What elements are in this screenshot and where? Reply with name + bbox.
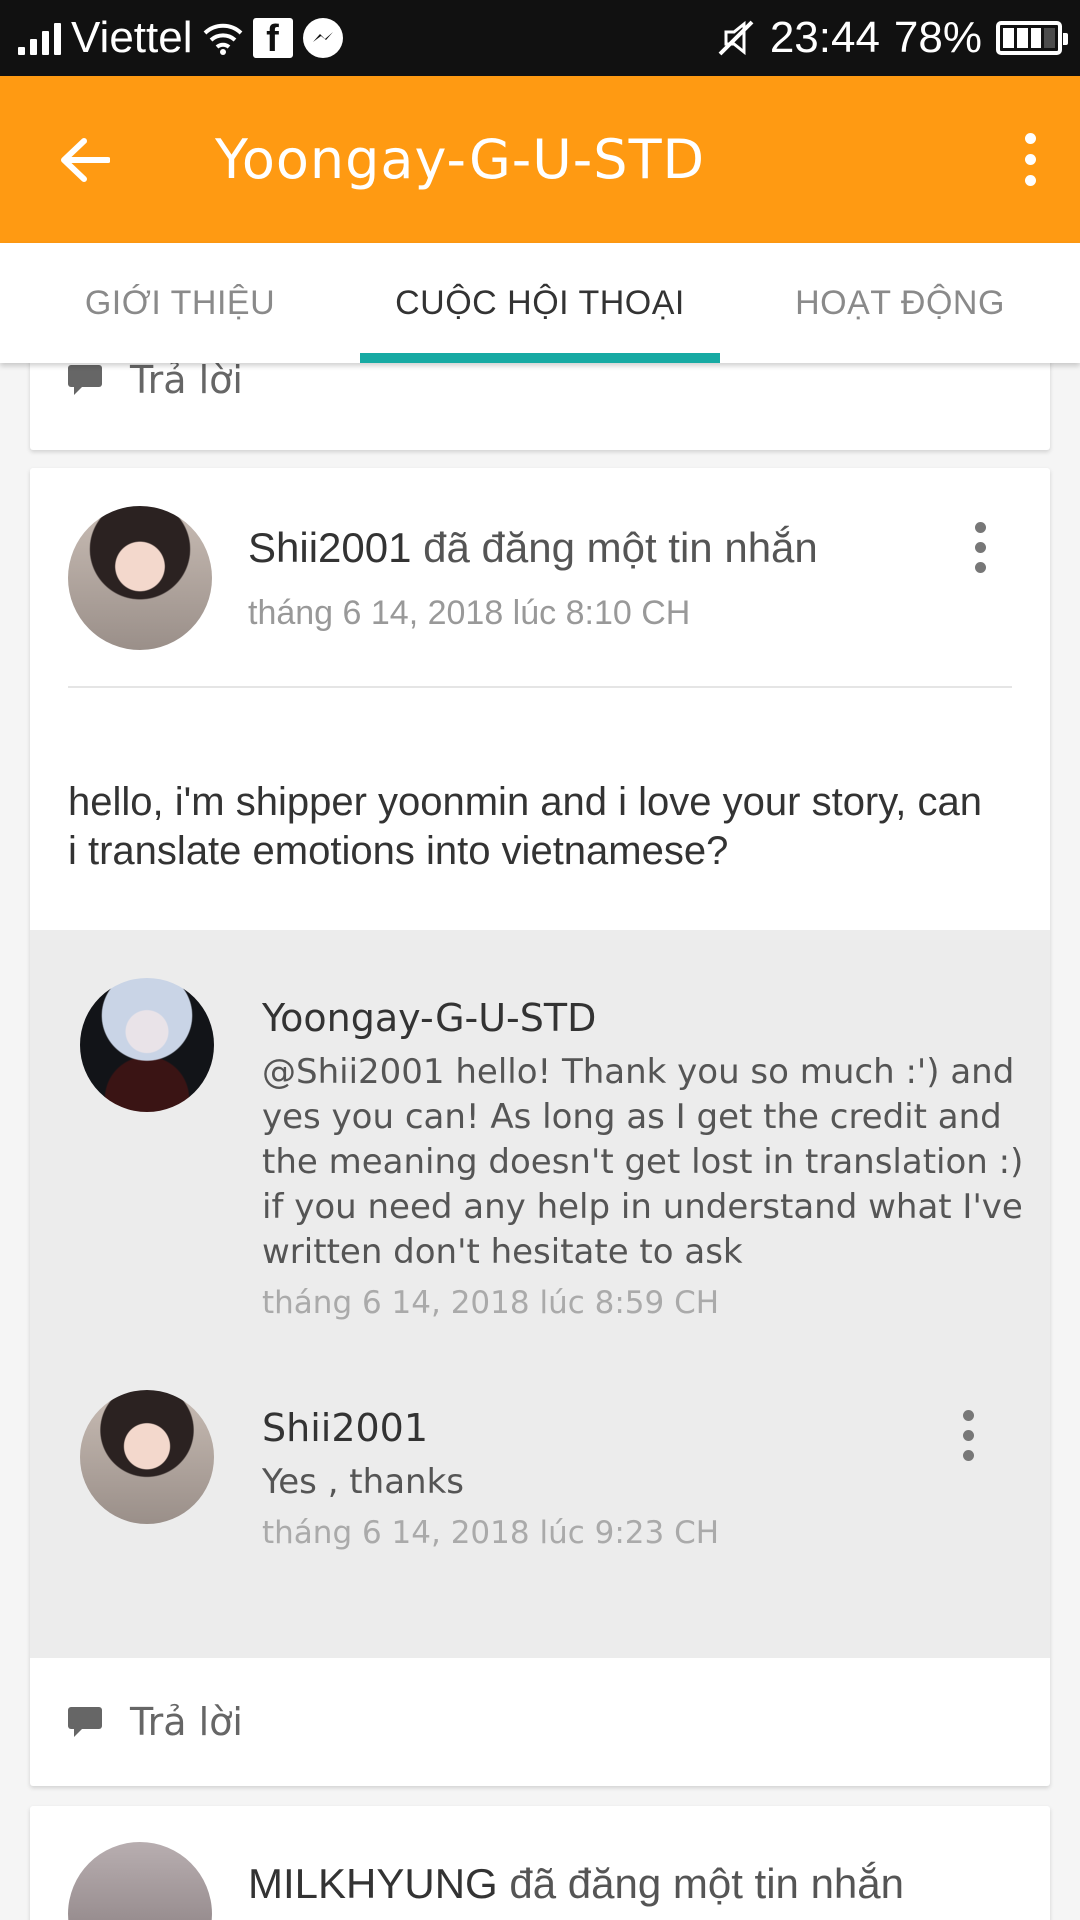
mute-icon — [718, 20, 754, 56]
arrow-left-icon — [61, 137, 110, 182]
page-title: Yoongay-G-U-STD — [215, 128, 706, 191]
reply-text: @Shii2001 hello! Thank you so much :') a… — [262, 1052, 1024, 1272]
post-header: Shii2001 đã đăng một tin nhắn — [248, 524, 818, 572]
signal-icon — [18, 21, 61, 55]
post-message: hello, i'm shipper yoonmin and i love yo… — [68, 780, 983, 873]
avatar[interactable] — [80, 978, 214, 1112]
post-timestamp: tháng 6 14, 2018 lúc 8:10 CH — [248, 594, 691, 632]
avatar[interactable] — [68, 506, 212, 650]
facebook-icon: f — [252, 18, 293, 58]
post-action: đã đăng một tin nhắn — [509, 1860, 905, 1907]
back-button[interactable] — [0, 76, 170, 243]
reply-author[interactable]: Yoongay-G-U-STD — [262, 996, 1032, 1040]
reply-button[interactable]: Trả lời — [30, 1658, 1050, 1786]
reply-text: Yes , thanks — [262, 1462, 464, 1502]
divider — [68, 686, 1012, 688]
tab-activity[interactable]: HOẠT ĐỘNG — [720, 243, 1080, 363]
reply-label: Trả lời — [130, 1700, 243, 1744]
battery-percent-label: 78% — [893, 13, 982, 62]
post-header: MILKHYUNG đã đăng một tin nhắn — [248, 1860, 904, 1908]
avatar[interactable] — [80, 1390, 214, 1524]
comment-icon — [68, 365, 102, 395]
reply-author[interactable]: Shii2001 — [262, 1406, 922, 1450]
app-bar: Yoongay-G-U-STD — [0, 76, 1080, 243]
avatar[interactable] — [68, 1842, 212, 1920]
post-menu-button[interactable] — [975, 522, 986, 573]
tab-bar: GIỚI THIỆU CUỘC HỘI THOẠI HOẠT ĐỘNG — [0, 243, 1080, 363]
post-card: Shii2001 đã đăng một tin nhắn tháng 6 14… — [30, 468, 1050, 1786]
reply-label: Trả lời — [130, 358, 243, 402]
reply-timestamp: tháng 6 14, 2018 lúc 9:23 CH — [262, 1515, 720, 1551]
post-action: đã đăng một tin nhắn — [423, 524, 818, 571]
next-post-card: MILKHYUNG đã đăng một tin nhắn — [30, 1806, 1050, 1920]
tab-conversations[interactable]: CUỘC HỘI THOẠI — [360, 243, 720, 363]
reply-timestamp: tháng 6 14, 2018 lúc 8:59 CH — [262, 1285, 720, 1321]
messenger-icon — [302, 18, 343, 58]
clock-label: 23:44 — [769, 13, 880, 62]
reply-menu-button[interactable] — [963, 1410, 974, 1461]
tab-about[interactable]: GIỚI THIỆU — [0, 243, 360, 363]
carrier-label: Viettel — [71, 13, 193, 62]
post-author[interactable]: MILKHYUNG — [248, 1860, 498, 1907]
wifi-icon — [203, 23, 242, 55]
overflow-menu-button[interactable] — [980, 76, 1080, 243]
reply-thread: Yoongay-G-U-STD @Shii2001 hello! Thank y… — [30, 930, 1050, 1658]
battery-icon — [996, 21, 1068, 55]
status-bar: Viettel f 23:44 78% — [0, 0, 1080, 76]
post-author[interactable]: Shii2001 — [248, 524, 411, 571]
comment-icon — [68, 1707, 102, 1737]
